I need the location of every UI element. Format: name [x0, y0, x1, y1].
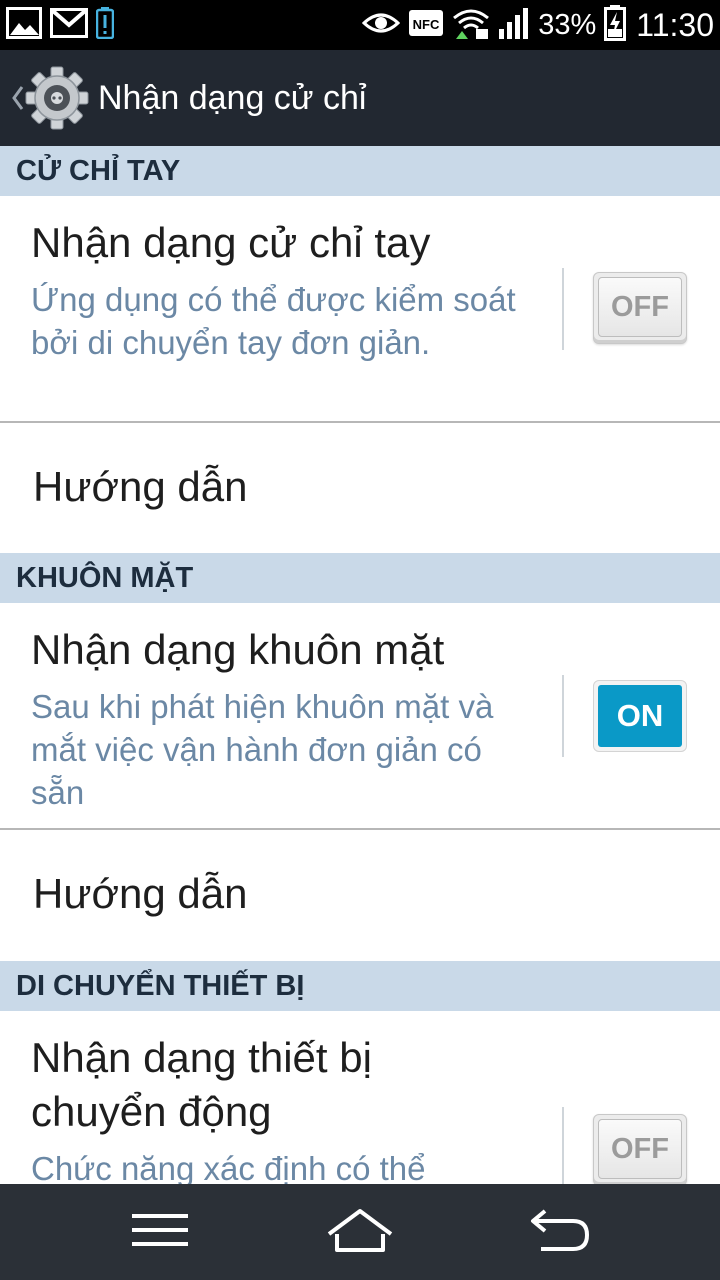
pref-title: Hướng dẫn: [33, 870, 248, 917]
page-title: Nhận dạng cử chỉ: [98, 78, 367, 117]
menu-icon: [131, 1212, 189, 1252]
battery-percent: 33%: [538, 8, 597, 41]
signal-icon: [498, 7, 530, 43]
face-recognition-toggle[interactable]: ON: [593, 680, 687, 752]
nfc-icon: NFC: [408, 9, 444, 41]
pref-title: Nhận dạng cử chỉ tay: [31, 219, 431, 266]
device-motion-toggle[interactable]: OFF: [593, 1114, 687, 1184]
hand-gesture-toggle[interactable]: OFF: [593, 272, 687, 344]
pref-summary: Ứng dụng có thể được kiểm soát bởi di ch…: [31, 281, 516, 361]
section-header-device-motion: DI CHUYỂN THIẾT BỊ: [0, 961, 720, 1011]
back-button[interactable]: [490, 1184, 630, 1280]
divider: [562, 1107, 564, 1184]
action-bar: Nhận dạng cử chỉ: [0, 50, 720, 146]
divider: [562, 675, 564, 757]
up-chevron-icon[interactable]: [4, 68, 24, 128]
eye-icon: [362, 9, 401, 41]
pref-face-recognition[interactable]: Nhận dạng khuôn mặt Sau khi phát hiện kh…: [0, 603, 720, 829]
battery-charging-icon: [604, 5, 627, 45]
pref-summary: Chức năng xác định có thể: [31, 1150, 426, 1184]
wifi-icon: [452, 7, 490, 43]
navigation-bar: [0, 1184, 720, 1280]
pref-summary: Sau khi phát hiện khuôn mặt và mắt việc …: [31, 688, 494, 811]
pref-title: Nhận dạng thiết bị: [31, 1034, 372, 1081]
nfc-label: NFC: [413, 17, 440, 32]
section-header-hand-gesture: CỬ CHỈ TAY: [0, 146, 720, 196]
toggle-label: ON: [598, 685, 682, 747]
pref-title: Hướng dẫn: [33, 463, 248, 510]
pref-title: Nhận dạng khuôn mặt: [31, 626, 445, 673]
status-bar: NFC 33% 11:30: [0, 0, 720, 50]
gmail-icon: [50, 8, 88, 42]
gear-icon[interactable]: [24, 65, 90, 131]
clock: 11:30: [636, 6, 714, 43]
back-icon: [529, 1207, 591, 1257]
pref-title: chuyển động: [31, 1088, 272, 1135]
section-header-face: KHUÔN MẶT: [0, 553, 720, 603]
pref-guide-hand[interactable]: Hướng dẫn: [0, 423, 720, 553]
pref-device-motion[interactable]: Nhận dạng thiết bị chuyển động Chức năng…: [0, 1011, 720, 1184]
toggle-label: OFF: [598, 1119, 682, 1179]
gallery-icon: [6, 7, 42, 43]
home-button[interactable]: [290, 1184, 430, 1280]
menu-button[interactable]: [90, 1184, 230, 1280]
home-icon: [325, 1207, 395, 1257]
pref-hand-gesture[interactable]: Nhận dạng cử chỉ tay Ứng dụng có thể đượ…: [0, 196, 720, 422]
toggle-label: OFF: [598, 277, 682, 337]
divider: [562, 268, 564, 350]
battery-alert-icon: [95, 7, 115, 43]
pref-guide-face[interactable]: Hướng dẫn: [0, 830, 720, 960]
